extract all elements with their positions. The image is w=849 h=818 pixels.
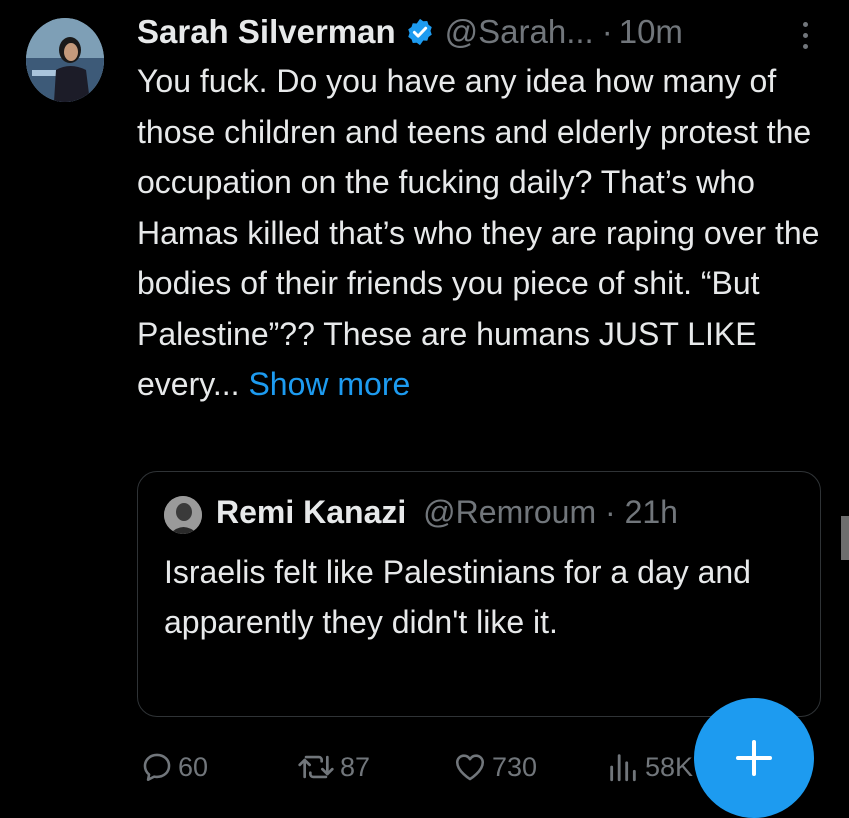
- author-avatar[interactable]: [26, 18, 104, 102]
- scrollbar-thumb[interactable]: [841, 516, 849, 560]
- heart-icon: [455, 754, 485, 781]
- quoted-time: 21h: [624, 494, 678, 530]
- reply-count: 60: [178, 751, 209, 782]
- retweet-count: 87: [340, 751, 371, 782]
- views-button[interactable]: 58K: [605, 745, 693, 789]
- quoted-author-avatar[interactable]: [164, 496, 202, 534]
- compose-button[interactable]: [694, 698, 814, 818]
- quoted-tweet[interactable]: Remi Kanazi @Remroum · 21h Israelis felt…: [137, 471, 821, 717]
- quoted-separator-dot: ·: [605, 494, 616, 530]
- views-count: 58K: [645, 751, 694, 782]
- quoted-avatar-image: [164, 496, 202, 534]
- views-icon: [610, 754, 636, 782]
- plus-icon: [736, 740, 772, 776]
- tweet-time[interactable]: 10m: [619, 13, 683, 51]
- avatar-image: [26, 18, 104, 102]
- author-handle[interactable]: @Sarah...: [445, 13, 594, 51]
- tweet-body: You fuck. Do you have any idea how many …: [137, 63, 820, 402]
- more-vertical-icon[interactable]: [800, 22, 810, 56]
- quoted-text: Israelis felt like Palestinians for a da…: [164, 554, 751, 640]
- quoted-author-handle: @Remroum: [423, 494, 597, 530]
- author-name[interactable]: Sarah Silverman: [137, 13, 396, 51]
- retweet-icon: [298, 755, 334, 779]
- show-more-link[interactable]: Show more: [248, 366, 410, 402]
- quoted-author-name: Remi Kanazi: [216, 494, 407, 530]
- like-count: 730: [492, 751, 538, 782]
- separator-dot: ·: [601, 13, 613, 50]
- retweet-button[interactable]: 87: [296, 745, 370, 789]
- verified-badge-icon: [407, 18, 432, 46]
- reply-icon: [143, 753, 171, 782]
- quoted-header: Remi Kanazi @Remroum · 21h: [216, 494, 678, 531]
- reply-button[interactable]: 60: [140, 745, 208, 789]
- tweet-text: You fuck. Do you have any idea how many …: [137, 56, 827, 410]
- tweet-header: Sarah Silverman @Sarah... · 10m: [137, 8, 683, 56]
- like-button[interactable]: 730: [452, 745, 537, 789]
